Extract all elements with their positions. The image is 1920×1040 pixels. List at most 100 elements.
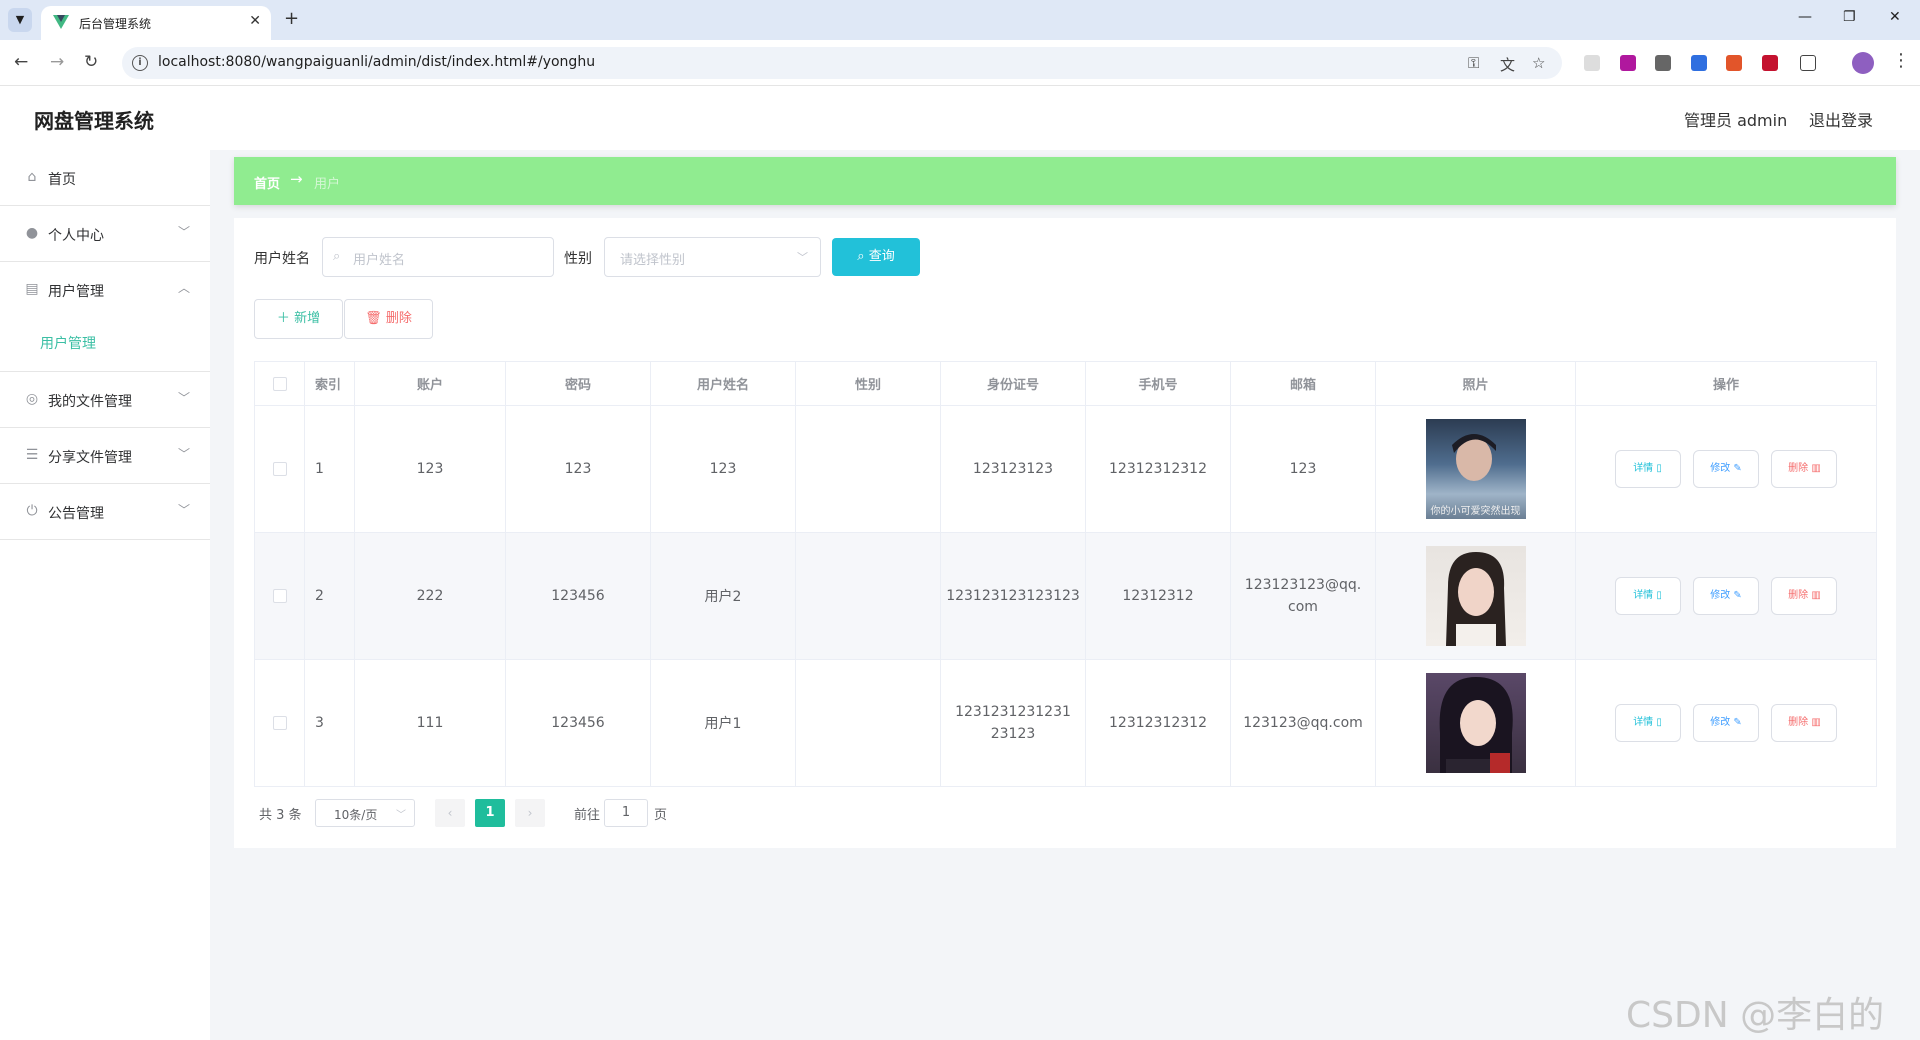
detail-button[interactable]: 详情 ▯ [1614,450,1681,488]
gender-label: 性别 [564,251,592,267]
row-checkbox[interactable] [272,589,287,603]
table-row[interactable]: 1 123 123 123 123123123 12312312312 123 … [254,405,1877,533]
column-header: 操作 [1575,361,1877,406]
photo-cell: 你的小可爱突然出现 [1375,405,1576,533]
sidebar-item-announcements[interactable]: ⏻ 公告管理 ﹀ [0,484,210,540]
row-checkbox[interactable] [272,462,287,476]
extension-cursor-icon[interactable] [1584,55,1600,71]
sidebar-subitem-user-management[interactable]: 用户管理 [0,318,210,372]
user-photo[interactable]: 你的小可爱突然出现 [1425,419,1526,519]
edit-button[interactable]: 修改 ✎ [1693,450,1759,488]
delete-button-label: 删除 [385,311,412,326]
minimize-icon[interactable]: — [1798,9,1812,25]
sidebar-item-label: 用户管理 [48,284,104,300]
column-header: 邮箱 [1230,361,1376,406]
operations-cell: 详情 ▯ 修改 ✎ 删除 ▥ [1575,532,1877,660]
search-icon: ⌕ [857,249,865,264]
name-search-input[interactable]: ⌕ 用户姓名 [322,237,554,277]
row-delete-button[interactable]: 删除 ▥ [1771,577,1838,615]
extension-blue-icon[interactable] [1691,55,1707,71]
arrow-right-icon: → [290,170,303,188]
row-select-cell[interactable] [254,405,305,533]
select-all-cell[interactable] [254,361,305,406]
page-size-select[interactable]: 10条/页 ﹀ [315,799,415,827]
sidebar-item-my-files[interactable]: ◎ 我的文件管理 ﹀ [0,372,210,428]
goto-page-input[interactable]: 1 [604,799,648,827]
sidebar-item-home[interactable]: ⌂ 首页 [0,150,210,206]
column-header: 账户 [354,361,506,406]
chevron-down-icon: ﹀ [178,225,191,239]
select-all-checkbox[interactable] [272,376,287,391]
chevron-down-icon: ﹀ [178,391,191,405]
row-delete-button[interactable]: 删除 ▥ [1771,450,1838,488]
forward-icon[interactable]: → [50,52,64,72]
extension-gray-icon[interactable] [1655,55,1671,71]
back-icon[interactable]: ← [14,52,28,72]
detail-button-label: 详情 [1633,717,1654,728]
index-cell: 2 [304,532,355,660]
table-row[interactable]: 3 111 123456 用户1 123123123123123123 1231… [254,659,1877,787]
password-cell: 123456 [505,659,651,787]
new-tab-icon[interactable]: + [284,8,299,29]
row-checkbox[interactable] [272,716,287,730]
column-header: 照片 [1375,361,1576,406]
browser-tab[interactable]: 后台管理系统 ✕ [41,6,271,40]
reload-icon[interactable]: ↻ [84,52,98,72]
browser-menu-icon[interactable]: ⋮ [1892,50,1910,71]
tab-search-icon[interactable]: ▼ [8,8,32,32]
table-row[interactable]: 2 222 123456 用户2 123123123123123 1231231… [254,532,1877,660]
user-table: 索引 账户 密码 用户姓名 性别 身份证号 手机号 邮箱 照片 操作 1 123… [254,361,1877,787]
url-text[interactable]: localhost:8080/wangpaiguanli/admin/dist/… [158,54,595,70]
url-bar[interactable]: i localhost:8080/wangpaiguanli/admin/dis… [122,47,1562,79]
email-cell: 123123@qq.com [1230,659,1376,787]
restore-icon[interactable]: ❐ [1843,9,1856,25]
user-photo[interactable] [1425,546,1526,646]
query-button[interactable]: ⌕ 查询 [832,238,920,276]
prev-page-button[interactable]: ‹ [435,799,465,827]
close-window-icon[interactable]: ✕ [1889,9,1901,25]
sidebar-item-label: 分享文件管理 [48,450,132,466]
row-select-cell[interactable] [254,659,305,787]
edit-button[interactable]: 修改 ✎ [1693,577,1759,615]
id-card-cell: 123123123 [940,405,1086,533]
edit-button[interactable]: 修改 ✎ [1693,704,1759,742]
next-page-button[interactable]: › [515,799,545,827]
bookmark-star-icon[interactable]: ☆ [1532,54,1545,72]
extension-purple-icon[interactable] [1620,55,1636,71]
app-title: 网盘管理系统 [34,109,154,133]
close-tab-icon[interactable]: ✕ [249,13,261,29]
detail-button[interactable]: 详情 ▯ [1614,704,1681,742]
detail-button[interactable]: 详情 ▯ [1614,577,1681,615]
photo-cell [1375,532,1576,660]
sidebar-item-user-management[interactable]: ▤ 用户管理 ︿ [0,262,210,318]
power-icon: ⏻ [26,503,38,519]
page-number-current[interactable]: 1 [475,799,505,827]
row-select-cell[interactable] [254,532,305,660]
sidebar-item-label: 个人中心 [48,228,104,244]
profile-avatar[interactable] [1852,52,1874,74]
sidebar-item-shared-files[interactable]: ☰ 分享文件管理 ﹀ [0,428,210,484]
table-header-row: 索引 账户 密码 用户姓名 性别 身份证号 手机号 邮箱 照片 操作 [254,361,1877,406]
breadcrumb-home[interactable]: 首页 [254,173,280,192]
site-info-icon[interactable]: i [132,55,148,71]
translate-icon[interactable]: 文 [1500,54,1515,75]
clipboard-icon: ▤ [25,281,39,297]
column-header: 手机号 [1085,361,1231,406]
extension-orange-icon[interactable] [1726,55,1742,71]
logout-link[interactable]: 退出登录 [1809,107,1873,131]
sidebar-item-label: 我的文件管理 [48,394,132,410]
sidebar-item-personal-center[interactable]: ● 个人中心 ﹀ [0,206,210,262]
photo-cell [1375,659,1576,787]
operations-cell: 详情 ▯ 修改 ✎ 删除 ▥ [1575,405,1877,533]
name-cell: 123 [650,405,796,533]
email-cell: 123 [1230,405,1376,533]
user-photo[interactable] [1425,673,1526,773]
add-button[interactable]: ＋ 新增 [254,299,343,339]
photo-portrait-image [1439,677,1513,773]
delete-button[interactable]: 🗑 删除 [344,299,433,339]
password-key-icon[interactable]: ⚿ [1468,54,1479,72]
extension-shield-icon[interactable] [1762,55,1778,71]
row-delete-button[interactable]: 删除 ▥ [1771,704,1838,742]
extensions-puzzle-icon[interactable] [1800,55,1816,71]
gender-select[interactable]: 请选择性别 ﹀ [604,237,821,277]
